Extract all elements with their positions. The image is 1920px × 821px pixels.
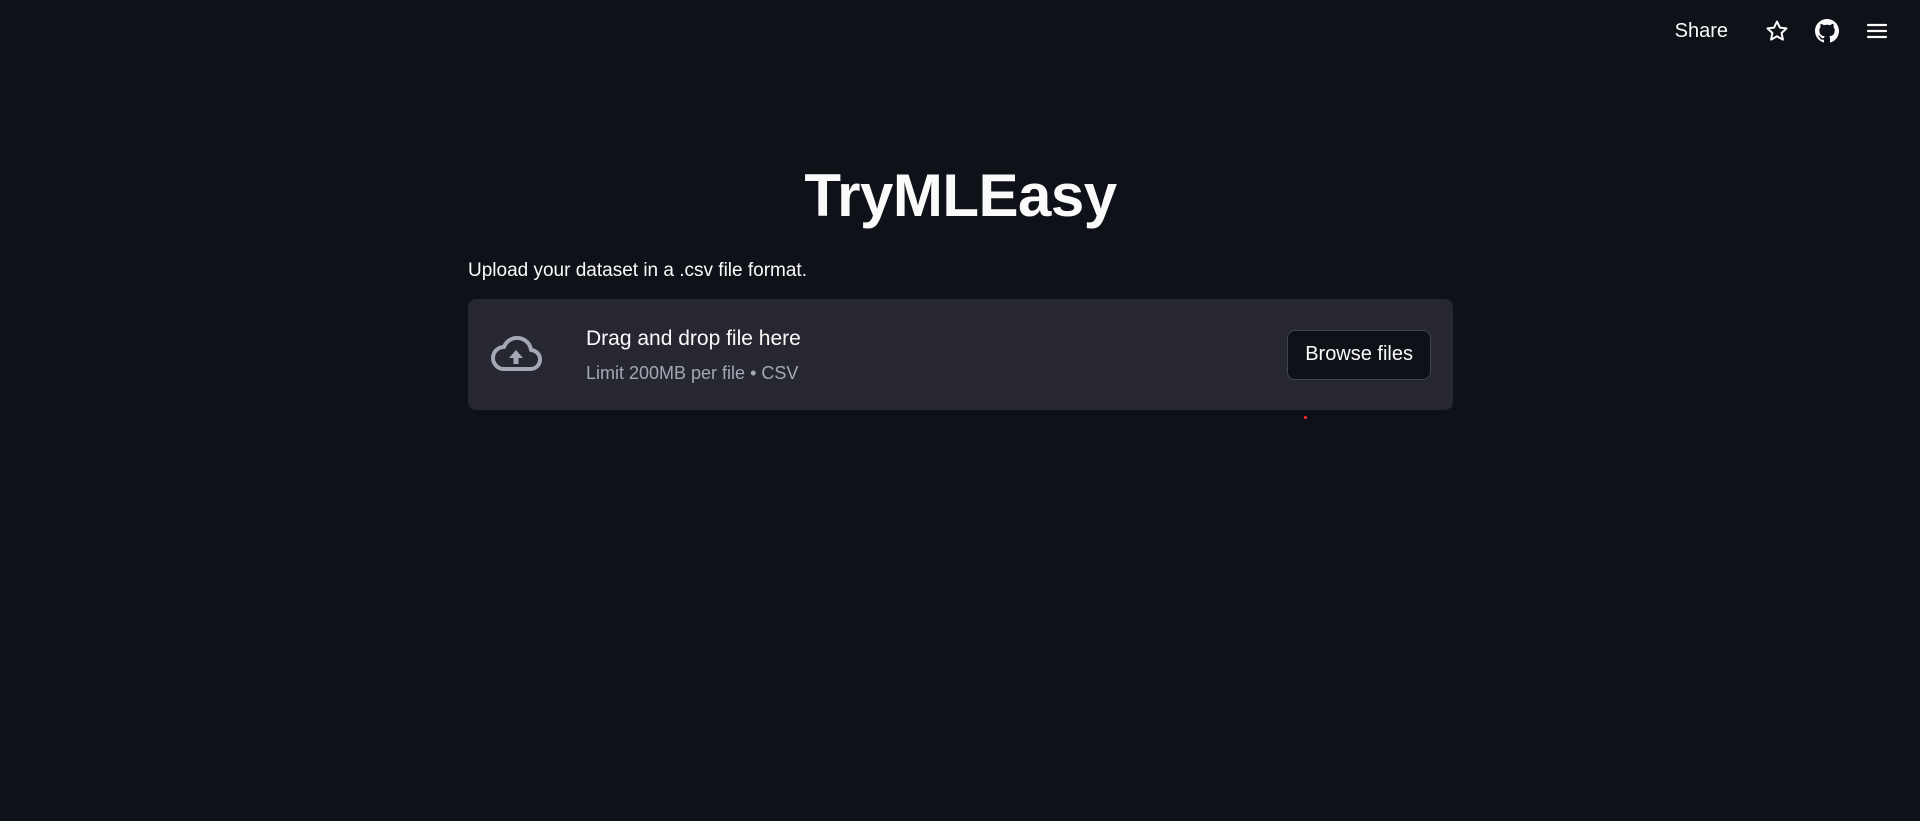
dropzone-instructions: Drag and drop file here Limit 200MB per … xyxy=(586,326,1287,384)
file-limit-text: Limit 200MB per file • CSV xyxy=(586,362,799,383)
cloud-upload-icon xyxy=(490,335,542,375)
upload-label: Upload your dataset in a .csv file forma… xyxy=(468,260,807,281)
share-button[interactable]: Share xyxy=(1675,20,1728,43)
file-dropzone[interactable]: Drag and drop file here Limit 200MB per … xyxy=(468,299,1453,410)
github-icon[interactable] xyxy=(1802,6,1852,56)
drag-drop-text: Drag and drop file here xyxy=(586,326,801,350)
page-title: TryMLEasy xyxy=(804,162,1117,229)
star-icon[interactable] xyxy=(1752,6,1802,56)
browse-files-button[interactable]: Browse files xyxy=(1287,329,1431,380)
hamburger-menu-icon[interactable] xyxy=(1852,6,1902,56)
top-toolbar: Share xyxy=(1675,0,1920,62)
cursor-dot xyxy=(1304,416,1307,419)
